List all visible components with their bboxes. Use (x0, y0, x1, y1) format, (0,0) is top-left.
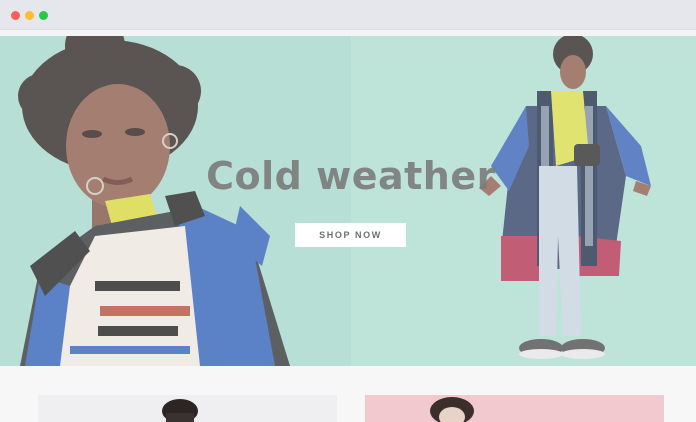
featured-cards (0, 366, 696, 422)
shop-now-button[interactable]: SHOP NOW (295, 223, 406, 247)
minimize-window-button[interactable] (25, 11, 34, 20)
hero-banner: Cold weather SHOP NOW (0, 36, 696, 366)
featured-card-left[interactable] (38, 395, 337, 422)
featured-card-right[interactable] (365, 395, 664, 422)
model-grey-card-image (162, 399, 198, 422)
hero-overlay (0, 36, 696, 366)
model-pink-card-image (430, 397, 474, 422)
title-bar (0, 0, 696, 30)
close-window-button[interactable] (11, 11, 20, 20)
zoom-window-button[interactable] (39, 11, 48, 20)
hero-title: Cold weather (206, 154, 496, 198)
browser-window: Cold weather SHOP NOW (0, 0, 696, 422)
